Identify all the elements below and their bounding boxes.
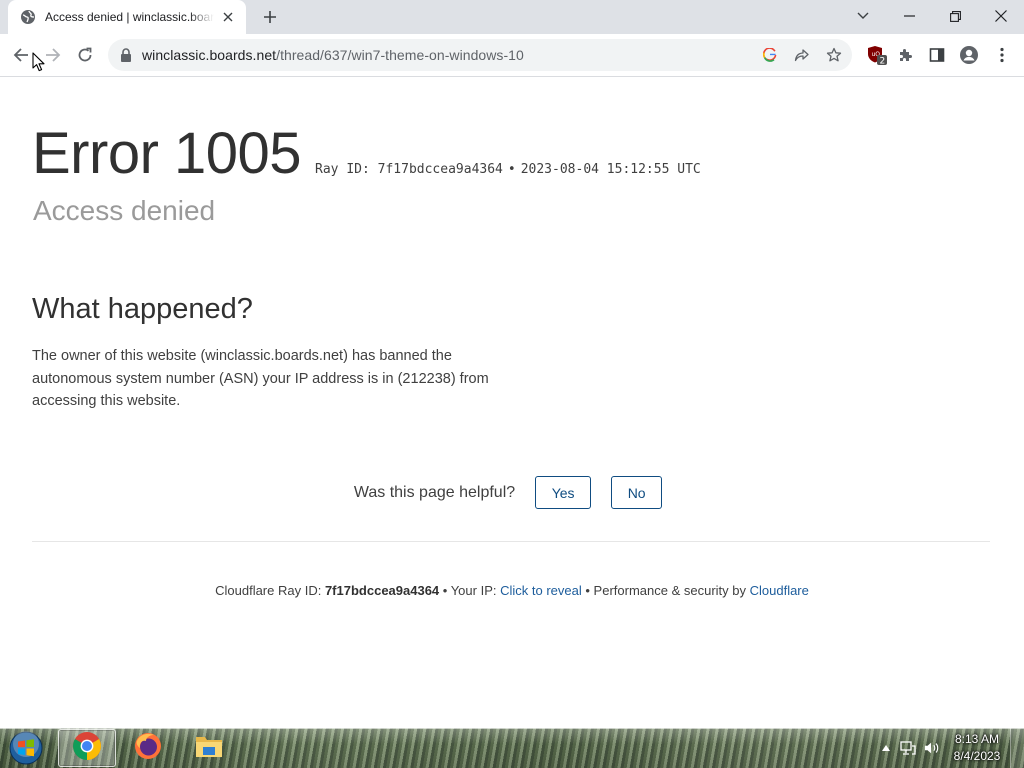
- clock-date: 8/4/2023: [953, 749, 1001, 763]
- taskbar-chrome[interactable]: [58, 729, 116, 767]
- tab-close-icon[interactable]: [220, 9, 236, 25]
- mouse-cursor-icon: [32, 52, 45, 72]
- google-lens-icon[interactable]: [760, 45, 780, 65]
- feedback-section: Was this page helpful? Yes No: [0, 476, 1024, 509]
- address-bar[interactable]: winclassic.boards.net/thread/637/win7-th…: [108, 39, 852, 71]
- footer-divider: [32, 541, 990, 542]
- browser-tab-active[interactable]: Access denied | winclassic.boards.net: [8, 0, 246, 34]
- extensions-puzzle-icon[interactable]: [891, 40, 921, 70]
- url-text[interactable]: winclassic.boards.net/thread/637/win7-th…: [142, 47, 524, 63]
- taskbar: 8:13 AM 8/4/2023: [0, 728, 1024, 768]
- ray-id-text: Ray ID: 7f17bdccea9a4364: [315, 162, 503, 177]
- error-subtitle: Access denied: [33, 195, 216, 226]
- volume-icon[interactable]: [924, 740, 940, 756]
- side-panel-icon[interactable]: [922, 40, 952, 70]
- share-icon[interactable]: [792, 45, 812, 65]
- error-meta: Ray ID: 7f17bdccea9a4364 • 2023-08-04 15:1…: [315, 162, 701, 177]
- new-tab-button[interactable]: [258, 5, 282, 29]
- taskbar-firefox[interactable]: [119, 729, 177, 767]
- chrome-icon: [72, 731, 102, 766]
- reload-button[interactable]: [70, 40, 100, 70]
- profile-avatar-icon[interactable]: [954, 40, 984, 70]
- footer-ray-value: 7f17bdccea9a4364: [324, 583, 440, 598]
- tab-strip: Access denied | winclassic.boards.net: [0, 0, 1024, 34]
- lock-icon[interactable]: [120, 48, 132, 62]
- page-content: Error 1005 Ray ID: 7f17bdccea9a4364 • 2023…: [0, 77, 1024, 728]
- network-icon[interactable]: [900, 740, 916, 756]
- tab-search-button[interactable]: [840, 0, 886, 32]
- tab-title: Access denied | winclassic.boards.net: [45, 10, 214, 24]
- browser-toolbar: winclassic.boards.net/thread/637/win7-th…: [0, 34, 1024, 77]
- cloudflare-link[interactable]: Cloudflare: [750, 583, 809, 598]
- footer: Cloudflare Ray ID: 7f17bdccea9a4364 • Yo…: [0, 583, 1024, 598]
- footer-ray-label: Cloudflare Ray ID:: [215, 583, 322, 598]
- feedback-yes-button[interactable]: Yes: [535, 476, 592, 509]
- show-desktop-button[interactable]: [1010, 728, 1024, 768]
- error-title: Error 1005: [32, 121, 302, 186]
- feedback-question: Was this page helpful?: [353, 483, 516, 501]
- url-path: /thread/637/win7-theme-on-windows-10: [276, 47, 524, 63]
- start-button[interactable]: [4, 730, 48, 766]
- ublock-extension-icon[interactable]: uO 2: [862, 40, 892, 70]
- feedback-no-button[interactable]: No: [611, 476, 663, 509]
- error-timestamp: 2023-08-04 15:12:55 UTC: [520, 162, 701, 177]
- firefox-icon: [133, 731, 163, 766]
- what-happened-heading: What happened?: [32, 293, 253, 325]
- show-hidden-icons[interactable]: [878, 740, 894, 756]
- what-happened-text: The owner of this website (winclassic.bo…: [32, 348, 489, 409]
- minimize-button[interactable]: [886, 0, 932, 32]
- clock-time: 8:13 AM: [954, 732, 1000, 746]
- file-explorer-icon: [194, 732, 224, 765]
- url-host: winclassic.boards.net: [142, 47, 277, 63]
- globe-icon: [20, 9, 36, 25]
- restore-button[interactable]: [932, 0, 978, 32]
- bookmark-star-icon[interactable]: [824, 45, 844, 65]
- close-window-button[interactable]: [978, 0, 1024, 32]
- footer-perf-label: • Performance & security by: [585, 583, 746, 598]
- footer-ip-label: • Your IP:: [442, 583, 497, 598]
- taskbar-explorer[interactable]: [180, 729, 238, 767]
- more-menu-icon[interactable]: [987, 40, 1017, 70]
- reveal-ip-link[interactable]: Click to reveal: [500, 583, 582, 598]
- error-header: Error 1005 Ray ID: 7f17bdccea9a4364 • 2023…: [32, 125, 701, 183]
- meta-bullet: •: [507, 162, 516, 177]
- extension-badge: 2: [880, 57, 886, 67]
- system-clock[interactable]: 8:13 AM 8/4/2023: [952, 731, 1002, 765]
